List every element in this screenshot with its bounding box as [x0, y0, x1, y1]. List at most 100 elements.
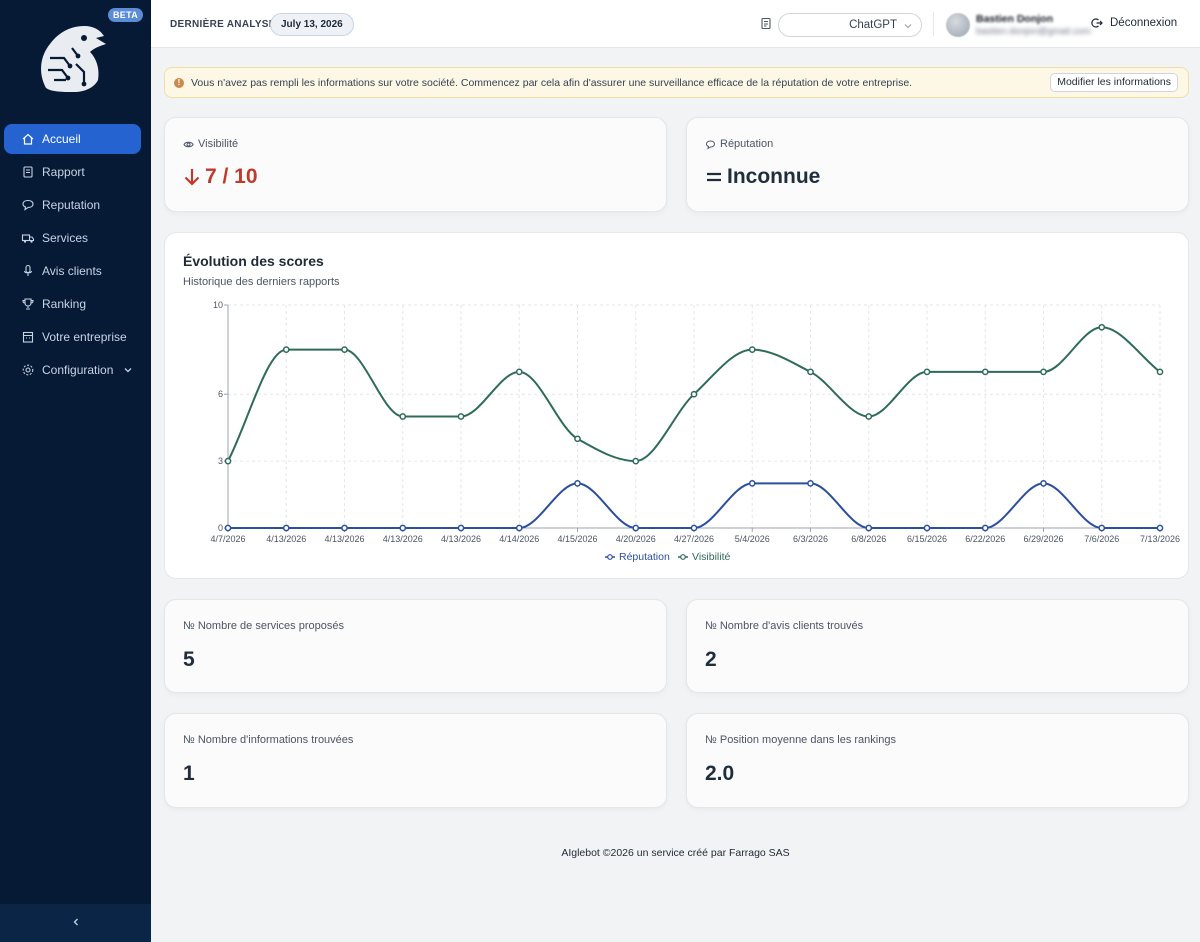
sidebar-item-votre-entreprise[interactable]: Votre entreprise: [4, 322, 141, 352]
data-point-reputation: [574, 480, 581, 487]
trophy-icon: [21, 297, 35, 311]
data-point-visibilite: [923, 368, 931, 376]
reputation-label-row: Réputation: [705, 138, 773, 150]
document-icon[interactable]: [760, 17, 772, 35]
data-point-reputation: [981, 524, 989, 532]
x-tick-label: 4/13/2026: [266, 534, 306, 544]
x-tick-label: 4/7/2026: [210, 534, 245, 544]
services-count-value: 5: [183, 648, 195, 671]
data-point-visibilite: [632, 457, 640, 465]
ranking-position-value: 2.0: [705, 762, 735, 785]
last-analysis-date[interactable]: July 13, 2026: [270, 13, 354, 36]
legend-label-visibilite: Visibilité: [692, 551, 730, 563]
data-point-visibilite: [457, 413, 465, 420]
y-tick-label: 0: [218, 523, 223, 533]
data-point-visibilite: [807, 368, 814, 376]
sidebar-item-reputation[interactable]: Reputation: [4, 190, 141, 220]
arrow-down-icon: [183, 167, 201, 187]
home-icon: [21, 132, 35, 146]
topbar-divider: [933, 12, 934, 36]
x-tick-label: 7/13/2026: [1140, 534, 1180, 544]
sidebar-nav: Accueil Rapport Reputation Services Avis…: [0, 124, 151, 388]
reputation-value-row: Inconnue: [705, 165, 820, 189]
visibility-value: 7 / 10: [205, 165, 258, 188]
company-info-alert: ! Vous n'avez pas rempli les information…: [164, 67, 1189, 98]
sidebar-item-label: Accueil: [42, 132, 81, 146]
beta-badge: BETA: [108, 8, 144, 22]
sidebar-item-label: Reputation: [42, 198, 101, 212]
sidebar-item-label: Configuration: [42, 363, 114, 377]
sidebar-item-label: Services: [42, 231, 89, 245]
visibility-label: Visibilité: [198, 138, 239, 150]
data-point-visibilite: [748, 346, 756, 353]
y-tick-label: 6: [218, 389, 223, 399]
avatar[interactable]: [946, 13, 970, 37]
sidebar-item-label: Votre entreprise: [42, 330, 127, 344]
infos-count-value: 1: [183, 762, 195, 785]
ranking-position-label: № Position moyenne dans les rankings: [705, 734, 896, 746]
x-tick-label: 6/29/2026: [1023, 534, 1063, 544]
y-tick-label: 10: [213, 300, 223, 310]
logout-icon: [1091, 17, 1103, 29]
sidebar-item-label: Ranking: [42, 297, 87, 311]
report-icon: [21, 165, 35, 179]
services-count-card: № Nombre de services proposés 5: [164, 599, 667, 693]
warning-icon: !: [174, 77, 184, 88]
x-tick-label: 4/20/2026: [616, 534, 656, 544]
legend-marker-reputation: [607, 554, 613, 560]
data-point-visibilite: [399, 413, 407, 420]
sidebar-item-accueil[interactable]: Accueil: [4, 124, 141, 154]
sidebar-item-ranking[interactable]: Ranking: [4, 289, 141, 319]
edit-info-button[interactable]: Modifier les informations: [1050, 73, 1178, 92]
chat-icon: [21, 198, 35, 212]
visibility-value-row: 7 / 10: [183, 165, 258, 189]
data-point-reputation: [399, 524, 407, 532]
data-point-visibilite: [1040, 368, 1047, 376]
page-footer: AIglebot ©2026 un service créé par Farra…: [561, 847, 790, 859]
infos-count-card: № Nombre d'informations trouvées 1: [164, 713, 667, 808]
sidebar: BETA Accueil Rapport Reputation Services…: [0, 0, 151, 942]
reviews-count-card: № Nombre d'avis clients trouvés 2: [686, 599, 1189, 693]
ranking-position-card: № Position moyenne dans les rankings 2.0: [686, 713, 1189, 808]
data-point-reputation: [865, 524, 873, 532]
logout-button[interactable]: Déconnexion: [1091, 17, 1177, 29]
x-tick-label: 4/27/2026: [674, 534, 714, 544]
data-point-reputation: [1156, 524, 1164, 532]
user-name: Bastien Donjon: [976, 13, 1054, 25]
x-tick-label: 4/14/2026: [499, 534, 539, 544]
sidebar-item-rapport[interactable]: Rapport: [4, 157, 141, 187]
x-tick-label: 6/15/2026: [907, 534, 947, 544]
model-select[interactable]: ChatGPT: [778, 13, 922, 37]
equals-icon: [705, 167, 723, 187]
mic-icon: [21, 264, 35, 278]
data-point-reputation: [1040, 480, 1047, 487]
data-point-reputation: [807, 480, 814, 487]
legend-marker-visibilite: [680, 554, 686, 560]
sidebar-item-label: Avis clients: [42, 264, 102, 278]
sidebar-item-configuration[interactable]: Configuration: [4, 355, 141, 385]
data-point-reputation: [923, 524, 931, 532]
x-tick-label: 4/13/2026: [383, 534, 423, 544]
y-tick-label: 3: [218, 456, 223, 466]
building-icon: [21, 330, 35, 344]
topbar: DERNIÈRE ANALYSE July 13, 2026 ChatGPT B…: [151, 0, 1200, 48]
chevron-down-icon: [903, 21, 913, 34]
sidebar-collapse-button[interactable]: [0, 904, 151, 942]
sidebar-item-label: Rapport: [42, 165, 85, 179]
reviews-count-value: 2: [705, 648, 717, 671]
score-evolution-chart: Évolution des scores Historique des dern…: [164, 232, 1189, 579]
x-tick-label: 7/6/2026: [1084, 534, 1119, 544]
legend-label-reputation: Réputation: [619, 551, 670, 563]
data-point-reputation: [515, 524, 523, 532]
eye-icon: [183, 139, 194, 150]
eagle-logo: [36, 18, 112, 96]
reviews-count-label: № Nombre d'avis clients trouvés: [705, 620, 864, 632]
data-point-visibilite: [865, 413, 873, 420]
data-point-reputation: [1098, 524, 1106, 532]
data-point-visibilite: [981, 368, 989, 376]
infos-count-label: № Nombre d'informations trouvées: [183, 734, 354, 746]
sidebar-item-services[interactable]: Services: [4, 223, 141, 253]
model-select-value: ChatGPT: [849, 19, 897, 31]
sidebar-item-avis-clients[interactable]: Avis clients: [4, 256, 141, 286]
data-point-reputation: [690, 524, 698, 532]
